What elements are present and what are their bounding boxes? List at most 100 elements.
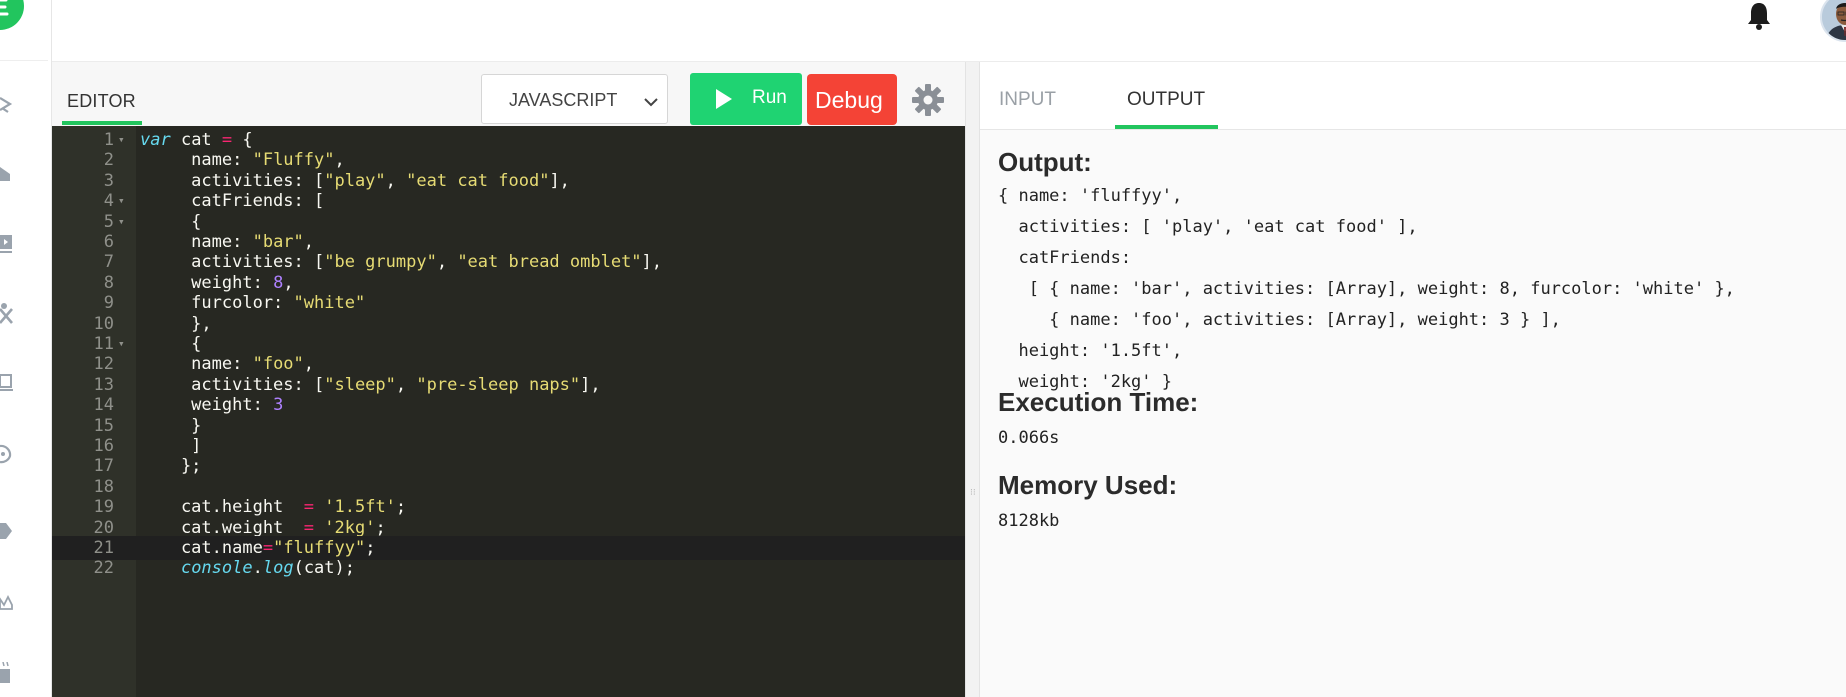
output-line: [ { name: 'bar', activities: [Array], we… — [998, 279, 1735, 299]
code-token: ; — [395, 497, 407, 518]
code-token: "pre-sleep naps" — [416, 374, 581, 395]
code-token: , — [334, 150, 345, 171]
code-token: "eat cat food" — [406, 170, 550, 191]
code-token: , — [303, 354, 315, 375]
code-token: "be grumpy" — [324, 252, 437, 273]
code-token: "white" — [293, 293, 366, 314]
tab-input[interactable]: INPUT — [999, 89, 1056, 111]
code-token: name: — [140, 150, 253, 171]
output-text: { name: 'fluffyy', activities: [ 'play',… — [998, 181, 1735, 398]
language-select[interactable]: JAVASCRIPT — [481, 74, 668, 124]
code-token: } — [140, 415, 202, 436]
code-token: { — [140, 334, 202, 354]
rocket-icon[interactable] — [0, 94, 22, 116]
top-header — [52, 0, 1846, 62]
output-line: activities: [ 'play', 'eat cat food' ], — [998, 217, 1418, 237]
code-token: ], — [580, 374, 601, 395]
code-token: '1.5ft' — [324, 497, 396, 518]
video-icon[interactable] — [0, 233, 22, 255]
code-token: ], — [641, 252, 663, 273]
code-token: cat.weight — [140, 517, 304, 538]
code-token: activities: [ — [140, 252, 325, 273]
logo-icon[interactable] — [0, 0, 24, 30]
line-number: 22 — [93, 558, 114, 579]
code-token: "fluffyy" — [273, 538, 366, 558]
left-nav-rail — [0, 0, 52, 697]
code-token: }; — [140, 456, 202, 477]
tab-output-indicator — [1115, 125, 1218, 129]
output-panel: Output: { name: 'fluffyy', activities: [… — [980, 130, 1846, 697]
code-token: weight: — [140, 272, 274, 293]
code-token: var — [140, 130, 171, 150]
code-token: name: — [140, 354, 253, 375]
code-token: 3 — [273, 395, 284, 416]
crown-icon[interactable] — [0, 593, 22, 615]
code-token: (cat); — [293, 558, 355, 579]
code-token: weight: — [140, 395, 274, 416]
language-select-value: JAVASCRIPT — [509, 90, 618, 110]
code-token: "foo" — [252, 354, 304, 375]
code-token: console — [180, 558, 253, 579]
code-token: }, — [140, 313, 212, 334]
code-token: = — [303, 497, 315, 518]
code-token: = — [262, 538, 274, 558]
tab-editor-indicator — [62, 121, 142, 125]
code-token: cat — [170, 130, 222, 150]
play-icon — [715, 88, 733, 115]
code-token: . — [252, 558, 263, 579]
home-icon[interactable] — [0, 163, 22, 185]
output-heading: Output: — [998, 147, 1092, 177]
tools-icon[interactable] — [0, 303, 22, 325]
code-editor[interactable]: 1 ▾ var cat = {2 name: "Fluffy", 3 activiti… — [52, 126, 965, 697]
code-token: , — [303, 232, 315, 252]
gauge-icon[interactable] — [0, 442, 22, 464]
code-token: name: — [140, 232, 253, 252]
drag-handle-icon: ⁝⁝ — [970, 487, 976, 497]
code-text: console.log(cat); — [140, 556, 355, 580]
code-token: "sleep" — [324, 374, 396, 395]
debug-button[interactable]: Debug — [807, 74, 897, 125]
run-button[interactable]: Run — [690, 73, 802, 125]
code-token: log — [262, 558, 294, 579]
execution-time-value: 0.066s — [998, 428, 1060, 448]
bell-icon[interactable] — [1746, 1, 1772, 31]
laptop-icon[interactable] — [0, 372, 22, 394]
code-token: '2kg' — [324, 517, 376, 538]
code-token: ; — [365, 538, 376, 558]
panel-splitter[interactable]: ⁝⁝ — [965, 62, 980, 697]
output-line: catFriends: — [998, 248, 1132, 268]
code-token: ; — [375, 517, 386, 538]
code-token: cat.name — [140, 538, 263, 558]
debug-button-label: Debug — [815, 87, 883, 113]
code-token: , — [385, 170, 407, 191]
tab-editor[interactable]: EDITOR — [67, 91, 136, 112]
code-token: "eat bread omblet" — [457, 252, 642, 273]
code-token: , — [395, 374, 417, 395]
code-token: cat.height — [140, 497, 304, 518]
code-token: furcolor: — [140, 293, 294, 314]
chevron-down-icon — [644, 94, 658, 112]
output-line: { name: 'fluffyy', — [998, 186, 1183, 206]
code-token: catFriends: [ — [140, 191, 325, 212]
code-token: "Fluffy" — [252, 150, 335, 171]
code-token: , — [283, 272, 294, 293]
rail-divider — [0, 60, 48, 61]
tag-icon[interactable] — [0, 521, 22, 543]
code-token: "bar" — [252, 232, 304, 252]
output-line: { name: 'foo', activities: [Array], weig… — [998, 310, 1561, 330]
code-token: ], — [549, 170, 570, 191]
run-button-label: Run — [752, 87, 787, 108]
code-line[interactable]: 22 console.log(cat); — [52, 556, 965, 580]
gear-icon[interactable] — [911, 83, 945, 117]
code-token: = — [221, 130, 233, 150]
code-token: = — [303, 517, 315, 538]
editor-toolbar: EDITOR JAVASCRIPT Run Debug — [52, 62, 965, 126]
code-token: activities: [ — [140, 374, 325, 395]
coffee-icon[interactable] — [0, 662, 22, 684]
code-token: 8 — [273, 272, 284, 293]
user-avatar[interactable] — [1820, 0, 1846, 42]
tab-output[interactable]: OUTPUT — [1127, 89, 1205, 111]
